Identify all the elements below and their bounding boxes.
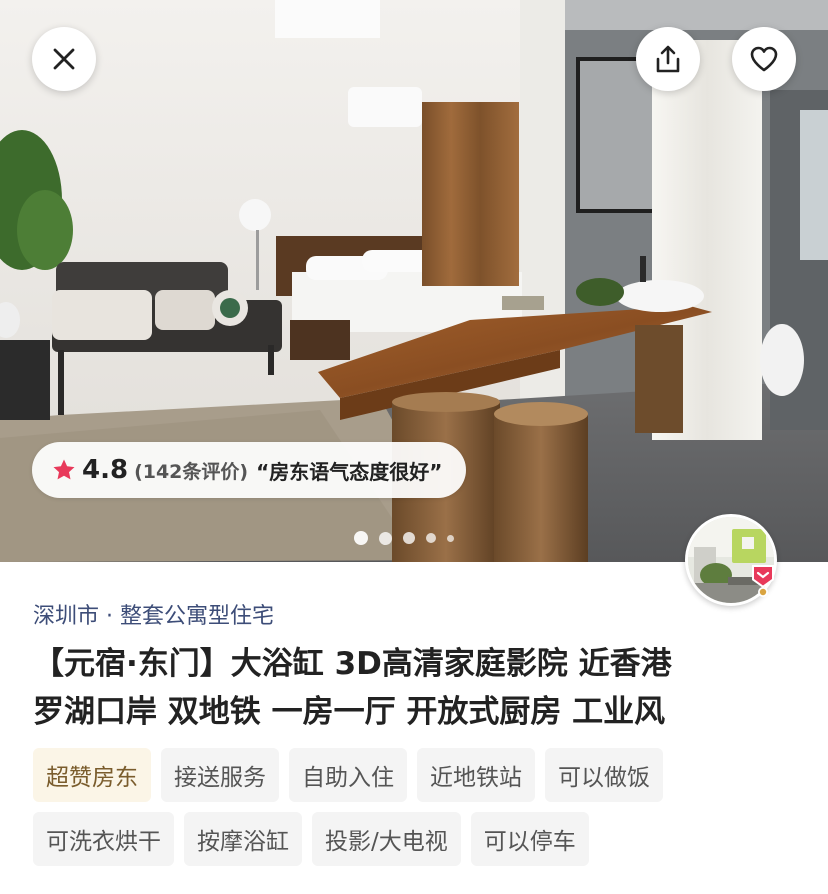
close-icon — [53, 48, 75, 70]
tag-pickup-service[interactable]: 接送服务 — [161, 748, 279, 802]
carousel-dot-active[interactable] — [354, 531, 368, 545]
tag-massage-bathtub[interactable]: 按摩浴缸 — [184, 812, 302, 866]
tag-superhost[interactable]: 超赞房东 — [33, 748, 151, 802]
close-button[interactable] — [32, 27, 96, 91]
amenity-tag-row: 超赞房东 接送服务 自助入住 近地铁站 可以做饭 — [33, 748, 813, 802]
carousel-pagination — [354, 530, 465, 546]
rating-summary[interactable]: 4.8 (142条评价) “房东语气态度很好” — [32, 442, 467, 498]
tag-self-check-in[interactable]: 自助入住 — [289, 748, 407, 802]
review-highlight-quote: “房东语气态度很好” — [256, 459, 443, 484]
carousel-dot[interactable] — [426, 533, 436, 543]
favorite-button[interactable] — [732, 27, 796, 91]
superhost-badge-icon — [749, 562, 777, 598]
share-button[interactable] — [636, 27, 700, 91]
carousel-dot[interactable] — [403, 532, 415, 544]
listing-title: 【元宿·东门】大浴缸 3D高清家庭影院 近香港 罗湖口岸 双地铁 一房一厅 开放… — [33, 640, 803, 736]
amenity-tags: 超赞房东 接送服务 自助入住 近地铁站 可以做饭 可洗衣烘干 按摩浴缸 投影/大… — [33, 748, 813, 876]
listing-location[interactable]: 深圳市 · 整套公寓型住宅 — [33, 598, 274, 630]
tag-projector-tv[interactable]: 投影/大电视 — [312, 812, 461, 866]
listing-info: 深圳市 · 整套公寓型住宅 【元宿·东门】大浴缸 3D高清家庭影院 近香港 罗湖… — [0, 562, 828, 894]
listing-title-line-2: 罗湖口岸 双地铁 一房一厅 开放式厨房 工业风 — [33, 694, 666, 730]
carousel-dot[interactable] — [379, 531, 392, 545]
carousel-dot[interactable] — [447, 534, 454, 542]
star-icon — [52, 458, 76, 482]
tag-washer-dryer[interactable]: 可洗衣烘干 — [33, 812, 174, 866]
amenity-tag-row: 可洗衣烘干 按摩浴缸 投影/大电视 可以停车 — [33, 812, 813, 866]
rating-score: 4.8 — [82, 455, 129, 485]
tag-cooking-allowed[interactable]: 可以做饭 — [545, 748, 663, 802]
heart-icon — [750, 46, 778, 72]
listing-detail-page: 4.8 (142条评价) “房东语气态度很好” 深圳市 · 整套公寓型住宅 【元… — [0, 0, 828, 894]
review-count: (142条评价) — [134, 460, 249, 483]
listing-photo-carousel[interactable]: 4.8 (142条评价) “房东语气态度很好” — [0, 0, 828, 562]
tag-near-subway[interactable]: 近地铁站 — [417, 748, 535, 802]
listing-title-line-1: 【元宿·东门】大浴缸 3D高清家庭影院 近香港 — [33, 646, 672, 682]
share-icon — [656, 45, 680, 73]
tag-parking[interactable]: 可以停车 — [470, 812, 589, 866]
